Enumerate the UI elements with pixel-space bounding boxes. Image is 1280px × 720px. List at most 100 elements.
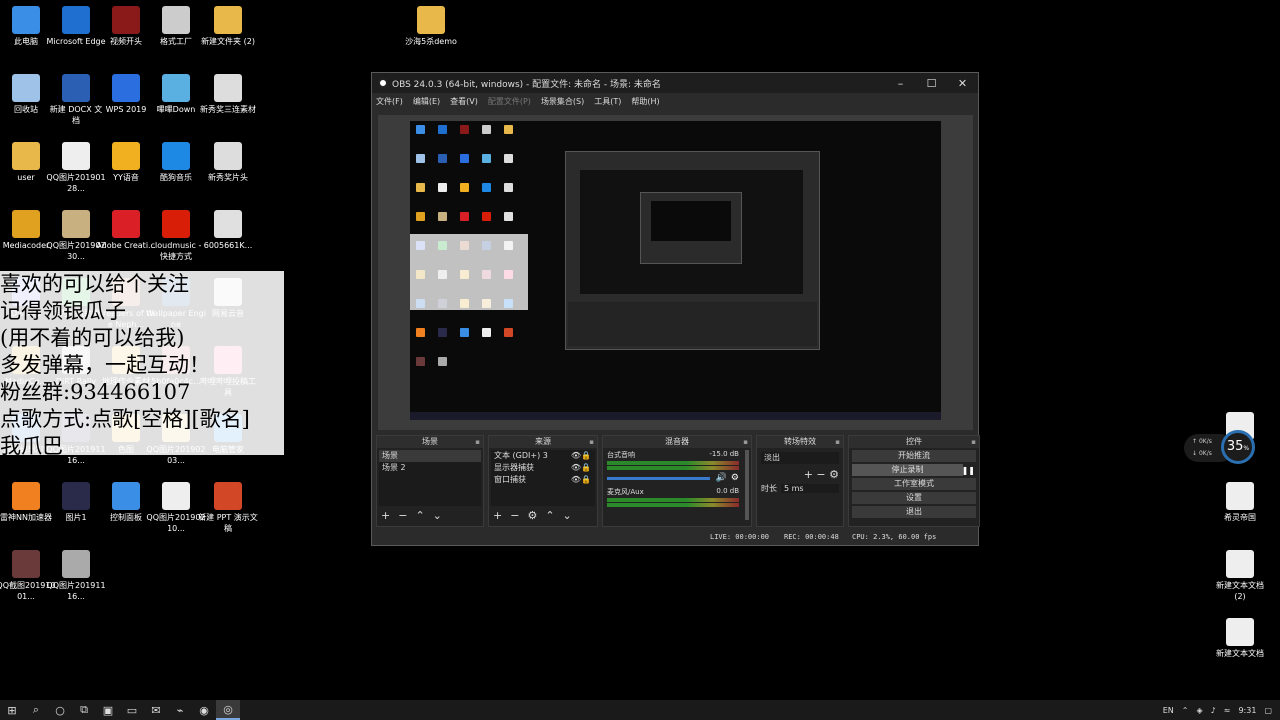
- transition-select[interactable]: 淡出: [761, 452, 839, 464]
- gear-icon[interactable]: ⚙: [829, 468, 839, 481]
- pause-icon[interactable]: ❚❚: [962, 466, 975, 475]
- track-name: 麦克风/Aux: [607, 488, 644, 496]
- cortana-icon[interactable]: ○: [48, 700, 72, 720]
- move-up-icon[interactable]: ⌃: [545, 509, 554, 522]
- minimize-icon[interactable]: –: [885, 77, 916, 90]
- desktop-icon[interactable]: 新建 PPT 演示文稿: [198, 482, 258, 534]
- preview-canvas[interactable]: [410, 121, 941, 420]
- nested-nested-window: [640, 192, 742, 264]
- app-icon[interactable]: ⌁: [168, 700, 192, 720]
- shield-icon[interactable]: ◈: [1197, 706, 1203, 715]
- desktop-icon[interactable]: 新秀奖三连素材: [198, 74, 258, 115]
- remove-icon[interactable]: −: [510, 509, 519, 522]
- move-up-icon[interactable]: ⌃: [415, 509, 424, 522]
- start-icon[interactable]: ⊞: [0, 700, 24, 720]
- source-item[interactable]: 文本 (GDI+) 3 👁🔒: [491, 450, 595, 462]
- desktop-icon-shahai-folder[interactable]: 沙海5杀demo: [401, 6, 461, 47]
- title-bar[interactable]: OBS 24.0.3 (64-bit, windows) - 配置文件: 未命名…: [372, 73, 978, 93]
- menu-edit[interactable]: 编辑(E): [413, 96, 440, 107]
- chrome-icon[interactable]: ◉: [192, 700, 216, 720]
- desktop-icon[interactable]: 酷狗音乐: [146, 142, 206, 183]
- preview-area[interactable]: [378, 115, 973, 430]
- status-bar: LIVE: 00:00:00 REC: 00:00:48 CPU: 2.3%, …: [372, 529, 978, 545]
- menu-tools[interactable]: 工具(T): [594, 96, 621, 107]
- desktop-icon[interactable]: 6005661K...: [198, 210, 258, 251]
- gear-icon[interactable]: ⚙: [731, 473, 739, 483]
- desktop-icon[interactable]: 新建文件夹 (2): [198, 6, 258, 47]
- preview-mini-icon: [460, 328, 469, 337]
- menu-view[interactable]: 查看(V): [450, 96, 478, 107]
- obs-window[interactable]: OBS 24.0.3 (64-bit, windows) - 配置文件: 未命名…: [371, 72, 980, 546]
- start-streaming-button[interactable]: 开始推流: [852, 450, 976, 462]
- overlay-line: 记得领银瓜子: [0, 299, 126, 323]
- desktop-icon[interactable]: cloudmusic - 快捷方式: [146, 210, 206, 262]
- add-icon[interactable]: +: [381, 509, 390, 522]
- overlay-line: (用不着的可以给我): [0, 326, 185, 350]
- desktop-icon-xiling[interactable]: 希灵帝国: [1210, 482, 1270, 523]
- menu-scene-collection[interactable]: 场景集合(S): [541, 96, 584, 107]
- volume-icon[interactable]: ♪: [1211, 706, 1216, 715]
- eye-lock-icon[interactable]: 👁🔒: [571, 450, 591, 462]
- maximize-icon[interactable]: ☐: [916, 77, 947, 90]
- network-speed-widget[interactable]: ↑ 0K/s ↓ 0K/s 35%: [1184, 430, 1258, 466]
- add-icon[interactable]: +: [493, 509, 502, 522]
- task-view-icon[interactable]: ⧉: [72, 700, 96, 720]
- desktop-icon[interactable]: 嗶嗶Down: [146, 74, 206, 115]
- nested-obs-preview: [565, 151, 820, 350]
- menu-profile[interactable]: 配置文件(P): [488, 96, 531, 107]
- notification-icon[interactable]: ▢: [1264, 706, 1272, 715]
- desktop-icon-textdoc-2[interactable]: 新建文本文档 (2): [1210, 550, 1270, 602]
- close-icon[interactable]: ✕: [947, 77, 978, 90]
- desktop-icon[interactable]: 格式工厂: [146, 6, 206, 47]
- eye-lock-icon[interactable]: 👁🔒: [571, 474, 591, 486]
- menu-help[interactable]: 帮助(H): [631, 96, 659, 107]
- wps-icon: [112, 74, 140, 102]
- exit-button[interactable]: 退出: [852, 506, 976, 518]
- obs-taskbar-icon[interactable]: ◎: [216, 700, 240, 720]
- search-icon[interactable]: ⌕: [24, 700, 48, 720]
- stop-recording-button[interactable]: 停止录制: [852, 464, 963, 476]
- add-icon[interactable]: +: [804, 468, 813, 481]
- remove-icon[interactable]: −: [398, 509, 407, 522]
- explorer-icon[interactable]: ▭: [120, 700, 144, 720]
- volume-slider[interactable]: [607, 476, 710, 480]
- image-icon: [62, 142, 90, 170]
- scene-item[interactable]: 场景 2: [379, 462, 481, 474]
- preview-mini-icon: [460, 183, 469, 192]
- preview-mini-icon: [416, 357, 425, 366]
- speaker-icon[interactable]: 🔊: [716, 473, 727, 483]
- remove-icon[interactable]: −: [816, 468, 825, 481]
- desktop-icon[interactable]: QQ图片20191116...: [46, 550, 106, 602]
- settings-button[interactable]: 设置: [852, 492, 976, 504]
- mixer-track: 台式音响 -15.0 dB 🔊 ⚙ 麦克风/Aux 0.0 dB: [603, 450, 743, 508]
- track-db: -15.0 dB: [709, 450, 739, 458]
- image-icon: [12, 550, 40, 578]
- window-title: OBS 24.0.3 (64-bit, windows) - 配置文件: 未命名…: [392, 79, 661, 90]
- clock[interactable]: 9:31: [1238, 706, 1256, 715]
- desktop-icon-label: 酷狗音乐: [160, 173, 192, 182]
- mixer-scrollbar[interactable]: [745, 450, 749, 520]
- desktop-icon[interactable]: 新秀奖片头: [198, 142, 258, 183]
- studio-mode-button[interactable]: 工作室模式: [852, 478, 976, 490]
- desktop-icon-label: QQ图片20190210...: [146, 513, 206, 533]
- move-down-icon[interactable]: ⌄: [563, 509, 572, 522]
- netease-icon: [162, 210, 190, 238]
- duration-input[interactable]: 5 ms: [781, 484, 839, 493]
- wifi-icon[interactable]: ≈: [1224, 706, 1231, 715]
- chevron-up-icon[interactable]: ⌃: [1182, 706, 1189, 715]
- image-icon: [214, 74, 242, 102]
- desktop-icon[interactable]: QQ图片20190210...: [146, 482, 206, 534]
- move-down-icon[interactable]: ⌄: [433, 509, 442, 522]
- eye-lock-icon[interactable]: 👁🔒: [571, 462, 591, 474]
- source-item[interactable]: 窗口捕获 👁🔒: [491, 474, 595, 486]
- preview-mini-icon: [438, 183, 447, 192]
- menu-file[interactable]: 文件(F): [376, 96, 403, 107]
- source-item[interactable]: 显示器捕获 👁🔒: [491, 462, 595, 474]
- mail-icon[interactable]: ✉: [144, 700, 168, 720]
- computer-icon: [12, 6, 40, 34]
- store-icon[interactable]: ▣: [96, 700, 120, 720]
- language-indicator[interactable]: EN: [1163, 706, 1174, 715]
- desktop-icon-textdoc[interactable]: 新建文本文档: [1210, 618, 1270, 659]
- gear-icon[interactable]: ⚙: [527, 509, 537, 522]
- scene-item[interactable]: 场景: [379, 450, 481, 462]
